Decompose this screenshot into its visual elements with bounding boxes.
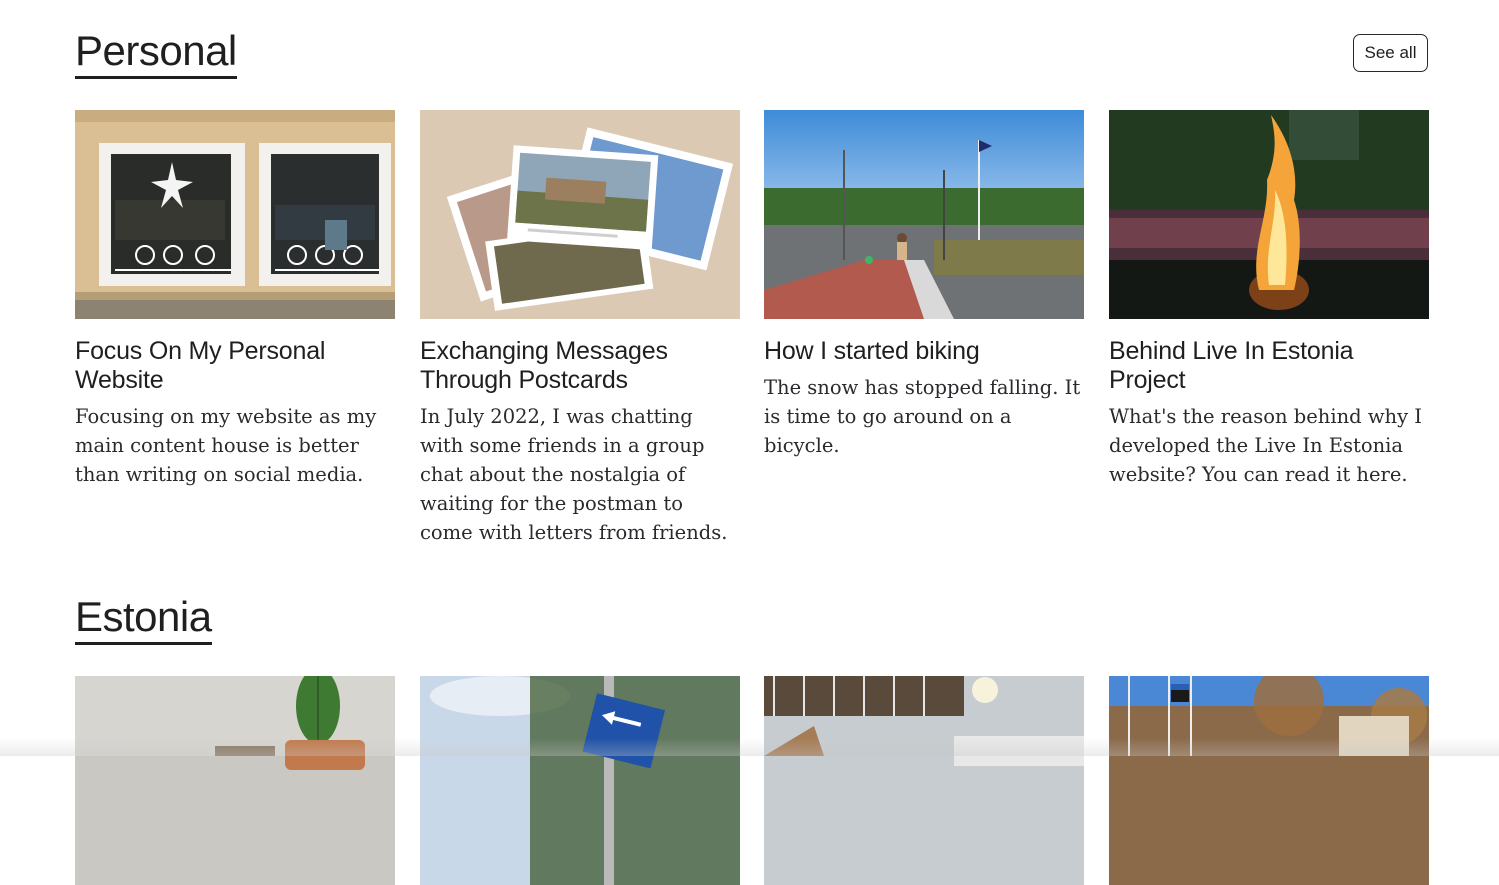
postcards-photo[interactable] — [420, 110, 740, 319]
article-card[interactable]: Behind Live In Estonia Project What's th… — [1109, 110, 1429, 489]
section-title: Personal — [75, 29, 237, 79]
see-all-button[interactable]: See all — [1353, 34, 1428, 72]
flags-square-photo[interactable] — [1109, 676, 1429, 885]
article-card[interactable]: Focus On My Personal Website Focusing on… — [75, 110, 395, 489]
cafe-window-photo[interactable] — [75, 110, 395, 319]
section-header-estonia: Estonia — [75, 595, 1428, 655]
bike-sign-photo[interactable] — [420, 676, 740, 885]
article-card[interactable]: Exchanging Messages Through Postcards In… — [420, 110, 740, 547]
article-description: Focusing on my website as my main conten… — [75, 405, 377, 486]
article-description: What's the reason behind why I developed… — [1109, 405, 1422, 486]
cactus-photo[interactable] — [75, 676, 395, 885]
bottom-fade — [0, 738, 1499, 756]
article-title[interactable]: Focus On My Personal Website — [75, 337, 395, 395]
article-card[interactable] — [1109, 676, 1429, 885]
article-card[interactable] — [764, 676, 1084, 885]
bike-road-photo[interactable] — [764, 110, 1084, 319]
section-header-personal: Personal See all — [75, 29, 1428, 89]
article-title[interactable]: Exchanging Messages Through Postcards — [420, 337, 740, 395]
article-card[interactable]: How I started biking The snow has stoppe… — [764, 110, 1084, 460]
article-description: In July 2022, I was chatting with some f… — [420, 405, 728, 544]
article-card[interactable] — [420, 676, 740, 885]
section-title: Estonia — [75, 595, 212, 645]
article-card[interactable] — [75, 676, 395, 885]
article-title[interactable]: Behind Live In Estonia Project — [1109, 337, 1429, 395]
bonfire-photo[interactable] — [1109, 110, 1429, 319]
article-title[interactable]: How I started biking — [764, 337, 1084, 366]
interior-photo[interactable] — [764, 676, 1084, 885]
article-description: The snow has stopped falling. It is time… — [764, 376, 1081, 457]
